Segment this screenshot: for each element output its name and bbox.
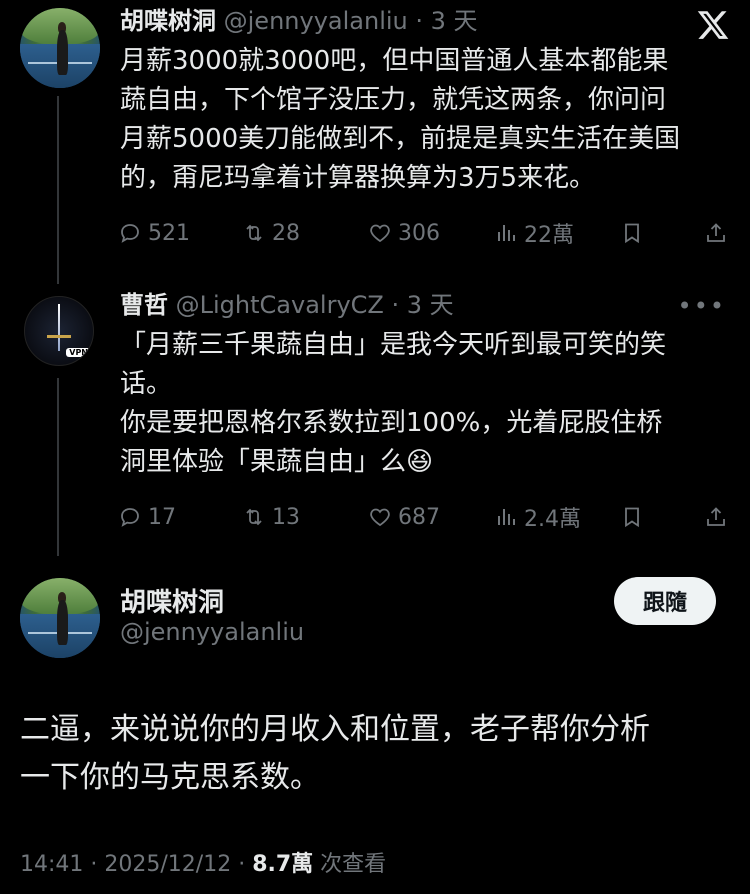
main-author-name[interactable]: 胡喋树洞: [120, 582, 224, 619]
post2-line: 你是要把恩格尔系数拉到100%，光着屁股住桥: [120, 408, 663, 438]
post1-time[interactable]: 3 天: [431, 7, 478, 35]
post-date[interactable]: 2025/12/12: [104, 852, 231, 877]
post2-like-count: 687: [398, 504, 440, 530]
post1-repost-count: 28: [272, 220, 300, 246]
post2-repost-count: 13: [272, 504, 300, 530]
follow-button[interactable]: 跟隨: [614, 577, 716, 625]
post1-separator: ·: [407, 7, 431, 35]
post1-repost-button[interactable]: 28: [242, 218, 300, 248]
post2-reply-button[interactable]: 17: [118, 502, 176, 532]
post-views-label: 次查看: [320, 852, 387, 877]
post-meta: 14:41 · 2025/12/12 · 8.7萬 次查看: [20, 846, 386, 878]
post1-line: 月薪5000美刀能做到不，前提是真实生活在美国: [120, 124, 681, 154]
thread-line: [57, 96, 59, 284]
post1-line: 蔬自由，下个馆子没压力，就凭这两条，你问问: [120, 85, 667, 115]
post1-author-name[interactable]: 胡喋树洞: [120, 7, 216, 35]
views-icon: [498, 509, 515, 525]
post2-avatar[interactable]: VPN: [24, 296, 94, 366]
main-avatar[interactable]: [20, 578, 100, 658]
x-logo-icon[interactable]: [696, 8, 730, 42]
main-handle[interactable]: @jennyyalanliu: [120, 618, 304, 646]
post1-actions: 521 28 306 22萬: [118, 218, 738, 248]
post1-line: 的，甭尼玛拿着计算器换算为3万5来花。: [120, 163, 596, 193]
post1-share-button[interactable]: [704, 218, 734, 248]
post2-line: 话。: [120, 369, 173, 399]
repost-icon: [246, 224, 262, 242]
meta-separator: ·: [83, 852, 105, 877]
post2-reply-count: 17: [148, 504, 176, 530]
post2-actions: 17 13 687 2.4萬: [118, 502, 738, 532]
heart-icon: [370, 224, 390, 243]
post2-separator: ·: [383, 291, 407, 319]
heart-icon: [370, 508, 390, 527]
post2-line: 「月薪三千果蔬自由」是我今天听到最可笑的笑: [120, 330, 667, 360]
bookmark-icon: [625, 223, 639, 244]
post2-bookmark-button[interactable]: [620, 502, 650, 532]
post2-handle[interactable]: @LightCavalryCZ: [176, 291, 384, 319]
reply-icon: [121, 508, 139, 527]
bookmark-icon: [625, 507, 639, 528]
post1-view-count: 22萬: [524, 223, 574, 248]
post2-header: 曹哲 @LightCavalryCZ · 3 天: [120, 290, 454, 320]
views-icon: [498, 225, 515, 241]
post1-reply-button[interactable]: 521: [118, 218, 190, 248]
post2-repost-button[interactable]: 13: [242, 502, 300, 532]
post1-views-button[interactable]: 22萬: [494, 218, 574, 248]
post-view-count: 8.7萬: [252, 852, 314, 877]
post2-view-count: 2.4萬: [524, 507, 581, 532]
post1-avatar[interactable]: [20, 8, 100, 88]
thread-line: [57, 378, 59, 556]
share-icon: [707, 507, 725, 526]
repost-icon: [246, 508, 262, 526]
post2-avatar-badge: VPN: [66, 348, 91, 357]
post2-author-name[interactable]: 曹哲: [120, 291, 168, 319]
post1-header: 胡喋树洞 @jennyyalanliu · 3 天: [120, 6, 478, 36]
post1-line: 月薪3000就3000吧，但中国普通人基本都能果: [120, 46, 669, 76]
post1-reply-count: 521: [148, 220, 190, 246]
post1-text: 月薪3000就3000吧，但中国普通人基本都能果 蔬自由，下个馆子没压力，就凭这…: [120, 42, 730, 198]
main-post-text: 二逼，来说说你的月收入和位置，老子帮你分析 一下你的马克思系数。: [20, 706, 720, 802]
post2-share-button[interactable]: [704, 502, 734, 532]
reply-icon: [121, 224, 139, 243]
post1-like-count: 306: [398, 220, 440, 246]
post1-like-button[interactable]: 306: [368, 218, 440, 248]
share-icon: [707, 223, 725, 242]
post2-line: 洞里体验「果蔬自由」么😆: [120, 447, 434, 477]
meta-separator: ·: [231, 852, 253, 877]
post2-like-button[interactable]: 687: [368, 502, 440, 532]
post2-time[interactable]: 3 天: [407, 291, 454, 319]
post-time[interactable]: 14:41: [20, 852, 83, 877]
post1-handle[interactable]: @jennyyalanliu: [224, 7, 408, 35]
main-line: 一下你的马克思系数。: [20, 760, 320, 795]
post1-bookmark-button[interactable]: [620, 218, 650, 248]
main-line: 二逼，来说说你的月收入和位置，老子帮你分析: [20, 712, 650, 747]
post2-text: 「月薪三千果蔬自由」是我今天听到最可笑的笑 话。 你是要把恩格尔系数拉到100%…: [120, 326, 730, 482]
more-options-icon[interactable]: •••: [678, 292, 726, 320]
post2-views-button[interactable]: 2.4萬: [494, 502, 581, 532]
